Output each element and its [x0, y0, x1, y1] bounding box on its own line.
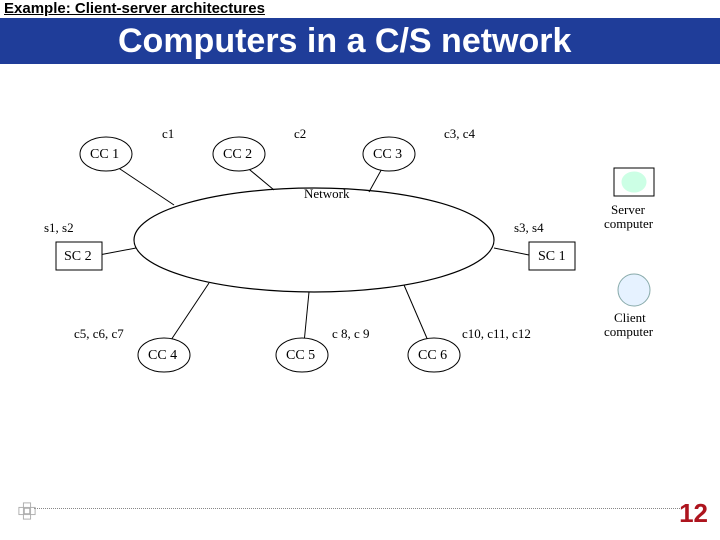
slide-title: Computers in a C/S network [118, 18, 571, 64]
legend-client-label1: Client [614, 310, 646, 325]
node-sc1-servers: s3, s4 [514, 220, 544, 235]
connector [99, 248, 136, 255]
network-ellipse [134, 188, 494, 292]
page-number: 12 [679, 498, 708, 529]
legend-server-glow [622, 172, 646, 192]
node-cc6-label: CC 6 [418, 348, 447, 363]
node-sc2-servers: s1, s2 [44, 220, 74, 235]
node-cc2-clients: c2 [294, 126, 306, 141]
node-cc6-clients: c10, c11, c12 [462, 326, 531, 341]
connector [169, 283, 209, 343]
connector [304, 292, 309, 343]
footer-divider [34, 508, 682, 509]
connector [404, 285, 429, 343]
legend-client-circle [618, 274, 650, 306]
legend-server-label1: Server [611, 202, 646, 217]
example-label: Example: Client-server architectures [4, 0, 269, 17]
node-cc4-label: CC 4 [148, 348, 177, 363]
node-cc3-clients: c3, c4 [444, 126, 476, 141]
node-cc1-clients: c1 [162, 126, 174, 141]
node-cc5-label: CC 5 [286, 348, 315, 363]
network-label: Network [304, 186, 350, 201]
legend-server-label2: computer [604, 216, 654, 231]
node-cc2-label: CC 2 [223, 147, 252, 162]
node-cc3-label: CC 3 [373, 147, 402, 162]
legend-client-label2: computer [604, 324, 654, 339]
network-diagram: Network CC 1 c1 CC 2 c2 CC 3 c3, c4 SC 2… [44, 120, 674, 410]
slide: Example: Client-server architectures Com… [0, 0, 720, 540]
node-cc5-clients: c 8, c 9 [332, 326, 370, 341]
connector [114, 165, 174, 205]
connector [494, 248, 529, 255]
node-sc2-label: SC 2 [64, 249, 92, 264]
placeholder-icon [18, 502, 36, 520]
node-cc1-label: CC 1 [90, 147, 119, 162]
node-sc1-label: SC 1 [538, 249, 566, 264]
node-cc4-clients: c5, c6, c7 [74, 326, 124, 341]
